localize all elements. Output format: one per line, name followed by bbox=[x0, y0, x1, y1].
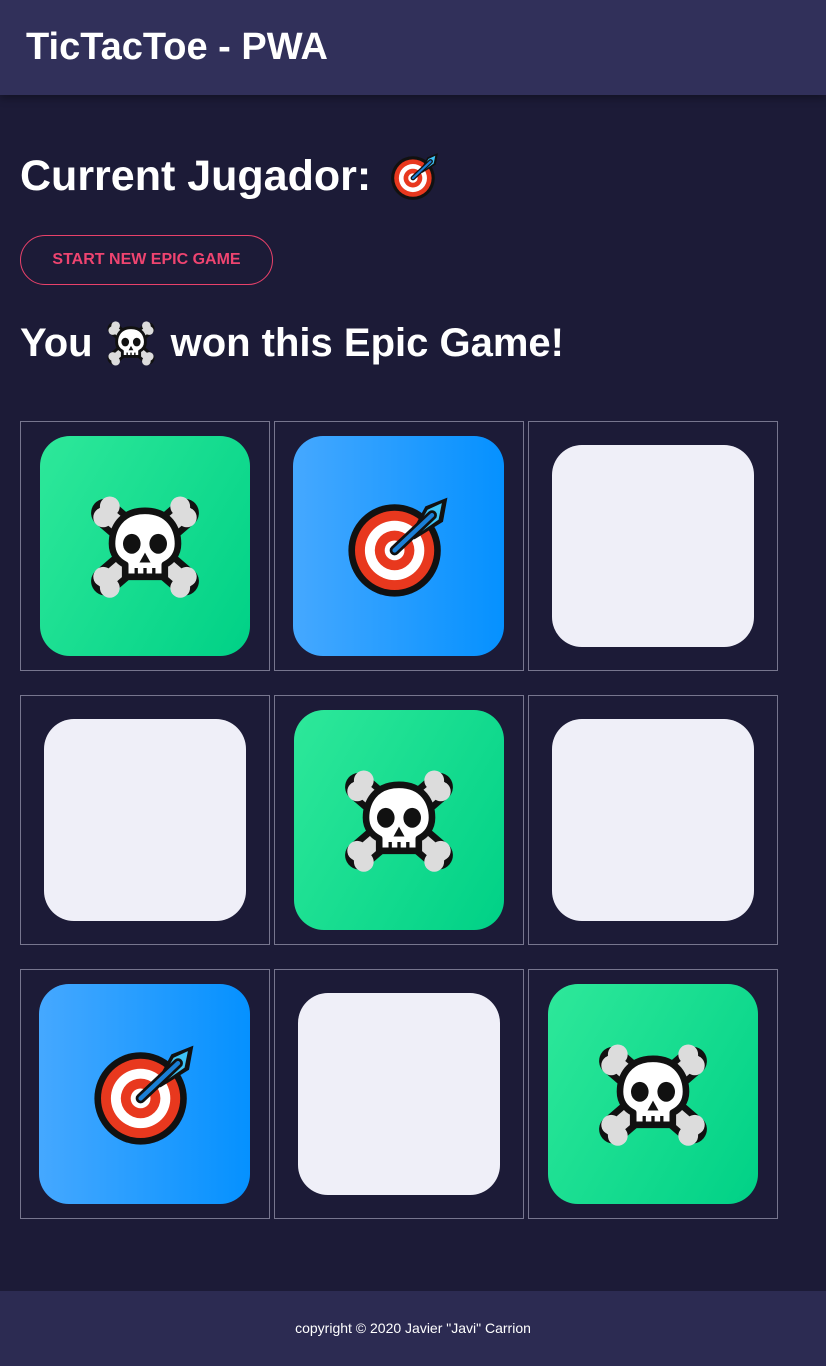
skull-crossbones-icon bbox=[598, 1039, 708, 1149]
winner-suffix: won this Epic Game! bbox=[170, 321, 564, 365]
board-cell-8[interactable] bbox=[274, 969, 524, 1219]
skull-tile bbox=[548, 984, 758, 1204]
empty-tile bbox=[44, 719, 246, 921]
current-player-label: Current Jugador: bbox=[20, 152, 372, 200]
skull-crossbones-icon bbox=[107, 319, 155, 367]
skull-crossbones-icon bbox=[344, 765, 454, 875]
target-icon bbox=[90, 1039, 200, 1149]
app-title: TicTacToe - PWA bbox=[26, 26, 328, 68]
target-tile bbox=[39, 984, 250, 1204]
app-header: TicTacToe - PWA bbox=[0, 0, 826, 95]
target-icon bbox=[344, 491, 454, 601]
board-cell-3[interactable] bbox=[528, 421, 778, 671]
copyright-text: copyright © 2020 Javier "Javi" Carrion bbox=[295, 1320, 531, 1336]
winner-prefix: You bbox=[20, 321, 93, 365]
board-cell-2[interactable] bbox=[274, 421, 524, 671]
board-cell-7[interactable] bbox=[20, 969, 270, 1219]
board-cell-9[interactable] bbox=[528, 969, 778, 1219]
start-new-game-button[interactable]: START NEW EPIC GAME bbox=[20, 235, 273, 285]
empty-tile bbox=[298, 993, 500, 1195]
board-cell-4[interactable] bbox=[20, 695, 270, 945]
target-tile bbox=[293, 436, 504, 656]
empty-tile bbox=[552, 445, 754, 647]
board-cell-1[interactable] bbox=[20, 421, 270, 671]
target-icon bbox=[389, 150, 441, 202]
skull-tile bbox=[294, 710, 504, 930]
current-player-heading: Current Jugador: bbox=[20, 150, 441, 202]
empty-tile bbox=[552, 719, 754, 921]
skull-tile bbox=[40, 436, 250, 656]
game-board bbox=[20, 421, 778, 1219]
skull-crossbones-icon bbox=[90, 491, 200, 601]
board-cell-6[interactable] bbox=[528, 695, 778, 945]
winner-message: You won this Epic Game! bbox=[20, 318, 564, 368]
board-cell-5[interactable] bbox=[274, 695, 524, 945]
app-footer: copyright © 2020 Javier "Javi" Carrion bbox=[0, 1291, 826, 1366]
